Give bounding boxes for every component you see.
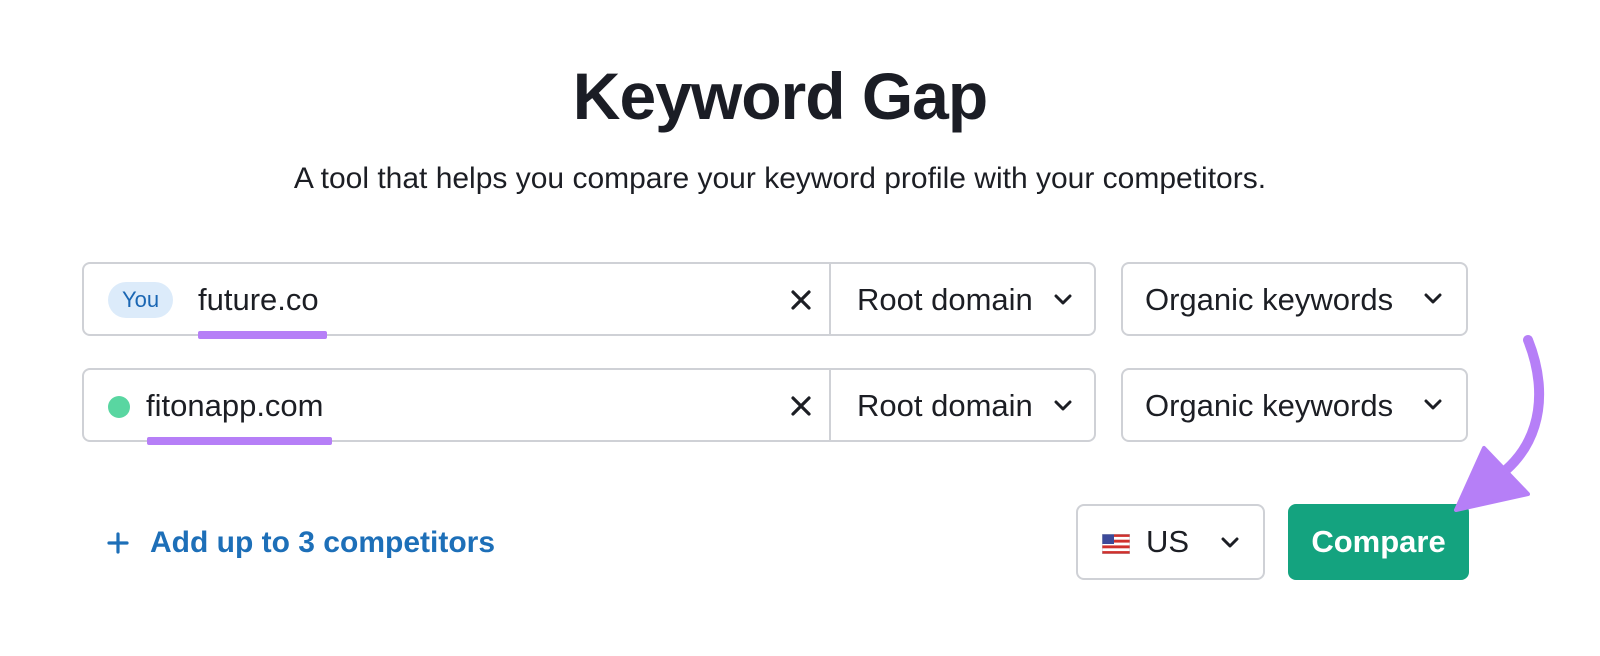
clear-competitor-domain-button[interactable] bbox=[784, 389, 818, 423]
clear-your-domain-button[interactable] bbox=[784, 283, 818, 317]
add-competitors-label: Add up to 3 competitors bbox=[150, 526, 495, 559]
add-competitors-link[interactable]: Add up to 3 competitors bbox=[106, 523, 495, 563]
competitor-domain-field[interactable]: fitonapp.com Root domain bbox=[82, 368, 1096, 442]
competitor-color-dot bbox=[108, 396, 130, 418]
you-badge: You bbox=[108, 282, 174, 318]
keyword-type-value: Organic keywords bbox=[1145, 282, 1394, 317]
competitor-keyword-type-select[interactable]: Organic keywords bbox=[1121, 368, 1468, 442]
chevron-down-icon bbox=[1221, 537, 1239, 548]
compare-button[interactable]: Compare bbox=[1288, 504, 1469, 580]
competitor-domain-scope-select[interactable]: Root domain bbox=[831, 370, 1094, 440]
your-domain-input[interactable]: future.co bbox=[198, 281, 319, 319]
scope-select-value: Root domain bbox=[857, 282, 1033, 317]
competitor-domain-input[interactable]: fitonapp.com bbox=[146, 387, 324, 425]
country-select[interactable]: US bbox=[1076, 504, 1265, 580]
us-flag-icon bbox=[1102, 534, 1130, 554]
close-icon bbox=[791, 290, 811, 310]
country-select-value: US bbox=[1146, 524, 1190, 559]
plus-icon bbox=[106, 523, 132, 563]
chevron-down-icon bbox=[1424, 293, 1442, 304]
page-subtitle: A tool that helps you compare your keywo… bbox=[293, 162, 1267, 195]
close-icon bbox=[791, 396, 811, 416]
chevron-down-icon bbox=[1424, 399, 1442, 410]
annotation-underline-your-domain bbox=[198, 331, 327, 339]
page-title: Keyword Gap bbox=[572, 59, 988, 133]
chevron-down-icon bbox=[1054, 294, 1072, 305]
keyword-type-value: Organic keywords bbox=[1145, 388, 1394, 423]
your-domain-field[interactable]: You future.co Root domain bbox=[82, 262, 1096, 336]
chevron-down-icon bbox=[1054, 400, 1072, 411]
your-domain-scope-select[interactable]: Root domain bbox=[831, 264, 1094, 334]
scope-select-value: Root domain bbox=[857, 388, 1033, 423]
annotation-underline-competitor-domain bbox=[147, 437, 332, 445]
your-keyword-type-select[interactable]: Organic keywords bbox=[1121, 262, 1468, 336]
